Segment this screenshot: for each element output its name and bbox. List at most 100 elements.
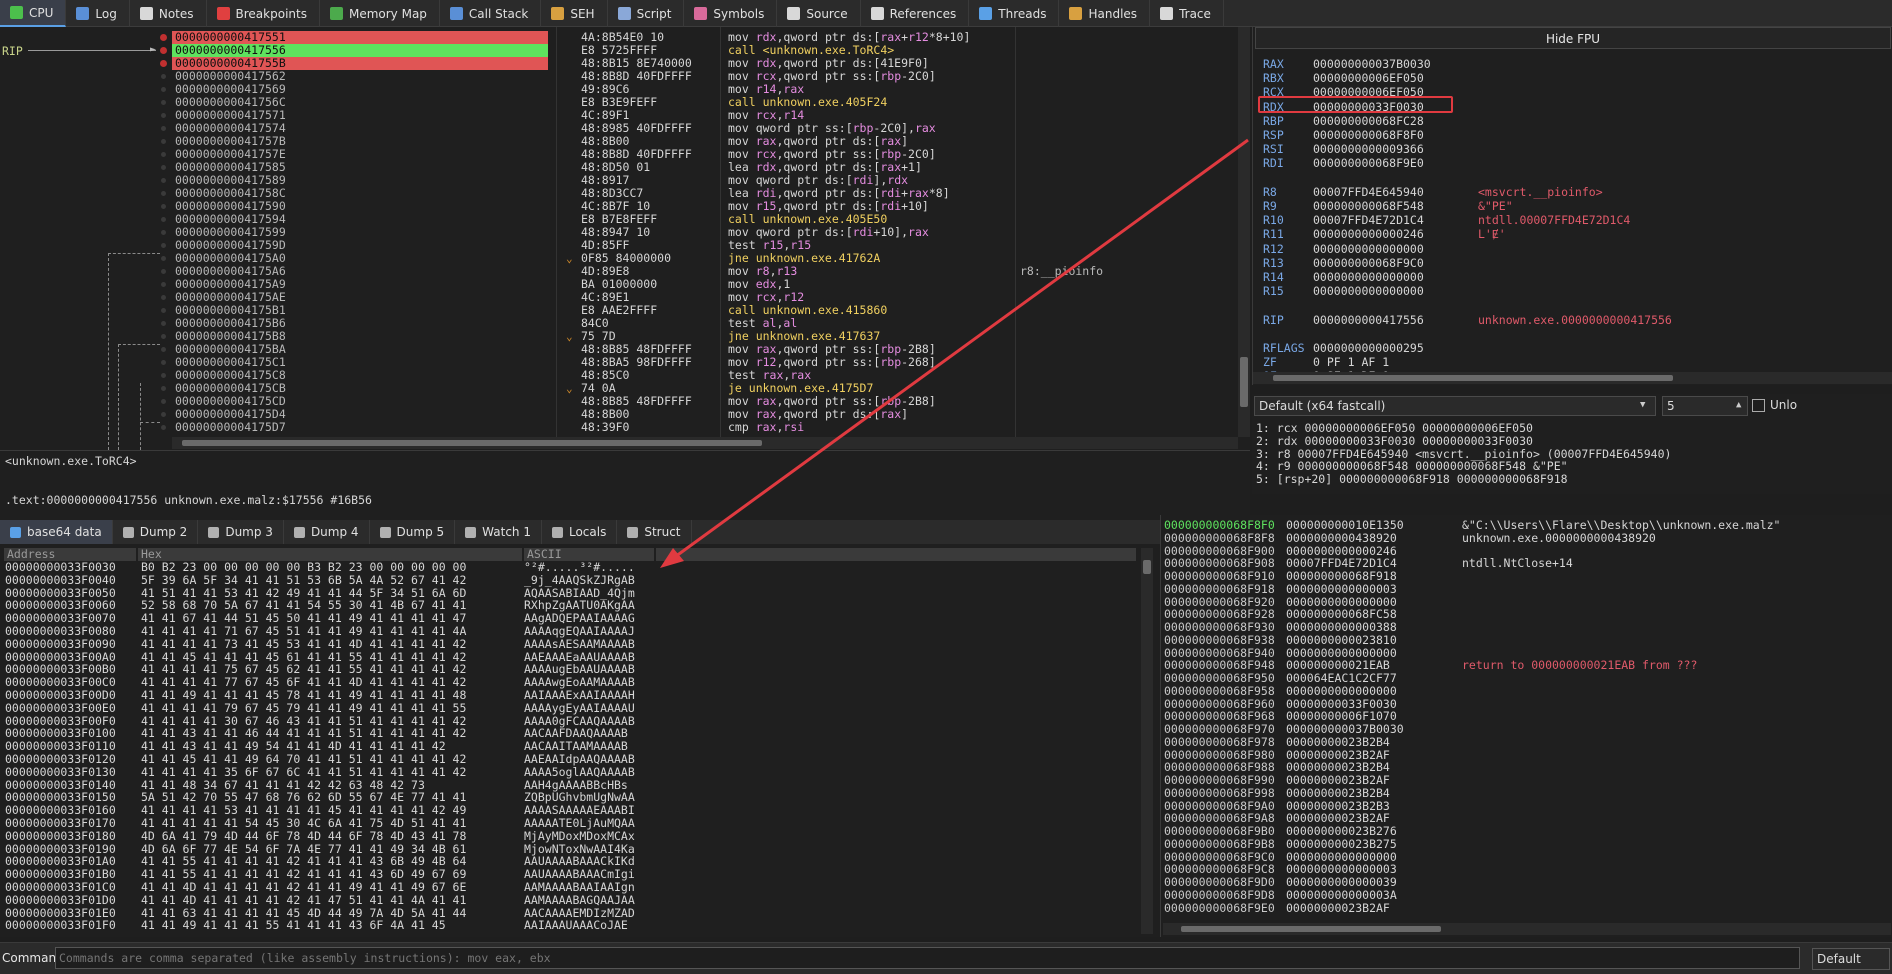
register-row[interactable]: R11 0000000000000246 L'Ɇ': [1263, 227, 1883, 241]
register-value[interactable]: 000000000068F8F0: [1313, 128, 1424, 142]
tab-breakpoints[interactable]: Breakpoints: [207, 0, 320, 27]
dump-tab-dump-2[interactable]: Dump 2: [113, 520, 199, 544]
tab-handles[interactable]: Handles: [1059, 0, 1151, 27]
breakpoint-slot-icon[interactable]: [161, 178, 166, 183]
dump-hex[interactable]: 5F 39 6A 5F 34 41 41 51 53 6B 5A 4A 52 6…: [141, 573, 524, 587]
dump-tab-struct[interactable]: Struct: [617, 520, 692, 544]
register-row[interactable]: R9 000000000068F548 &"PE": [1263, 199, 1883, 213]
stack-row[interactable]: 000000000068F938 0000000000023810: [1164, 633, 1462, 647]
dump-hex[interactable]: 41 41 4D 41 41 41 41 42 41 47 51 41 41 4…: [141, 893, 524, 907]
argument-row[interactable]: 5: [rsp+20] 000000000068F918 00000000006…: [1256, 473, 1568, 485]
disasm-row[interactable]: 00000000004175D7 48:39F0 cmp rax,rsi: [0, 421, 1238, 434]
disassembly-view[interactable]: 0000000000417551 4A:8B54E0 10 mov rdx,qwor…: [0, 27, 1250, 450]
breakpoint-dot-icon[interactable]: [160, 60, 167, 67]
hide-fpu-button[interactable]: Hide FPU: [1255, 27, 1891, 49]
register-row[interactable]: RFLAGS 0000000000000295: [1263, 341, 1883, 355]
register-row[interactable]: RSP 000000000068F8F0: [1263, 128, 1883, 142]
breakpoint-slot-icon[interactable]: [161, 165, 166, 170]
stack-value[interactable]: 000000000023B275: [1286, 837, 1462, 851]
breakpoint-slot-icon[interactable]: [161, 399, 166, 404]
stack-value[interactable]: 00000000023B2B4: [1286, 786, 1462, 800]
stack-view[interactable]: 000000000068F8F0 000000000010E1350 &"C:\\U…: [1160, 515, 1892, 937]
stack-row[interactable]: 000000000068F918 0000000000000003: [1164, 582, 1462, 596]
stack-row[interactable]: 000000000068F9B8 000000000023B275: [1164, 837, 1462, 851]
register-value[interactable]: 00000000006EF050: [1313, 71, 1424, 85]
dump-tab-dump-4[interactable]: Dump 4: [284, 520, 370, 544]
breakpoint-slot-icon[interactable]: [161, 321, 166, 326]
tab-notes[interactable]: Notes: [130, 0, 207, 27]
disasm-vertical-scrollbar[interactable]: [1238, 27, 1250, 437]
dump-hex[interactable]: 41 41 41 41 79 67 45 79 41 41 49 41 41 4…: [141, 701, 524, 715]
tab-script[interactable]: Script: [608, 0, 685, 27]
stack-horizontal-scrollbar[interactable]: [1163, 923, 1891, 935]
stack-value[interactable]: 0000000000000000: [1286, 684, 1462, 698]
stack-row[interactable]: 000000000068F948 000000000021EAB return to…: [1164, 659, 1697, 672]
tab-memory-map[interactable]: Memory Map: [320, 0, 440, 27]
breakpoint-dot-icon[interactable]: [160, 47, 167, 54]
register-row[interactable]: R8 00007FFD4E645940 <msvcrt.__pioinfo>: [1263, 185, 1883, 199]
register-row[interactable]: RDX 00000000033F0030: [1263, 100, 1883, 114]
breakpoint-slot-icon[interactable]: [161, 74, 166, 79]
dump-hex[interactable]: 41 41 49 41 41 41 55 41 41 41 43 6F 4A 4…: [141, 919, 524, 932]
breakpoint-slot-icon[interactable]: [161, 386, 166, 391]
register-row[interactable]: R15 0000000000000000: [1263, 284, 1883, 298]
breakpoint-slot-icon[interactable]: [161, 217, 166, 222]
register-row[interactable]: RBP 000000000068FC28: [1263, 114, 1883, 128]
tab-references[interactable]: References: [861, 0, 970, 27]
breakpoint-slot-icon[interactable]: [161, 230, 166, 235]
stack-value[interactable]: 0000000000438920: [1286, 531, 1462, 545]
register-row[interactable]: RAX 000000000037B0030: [1263, 57, 1883, 71]
dump-ascii[interactable]: AAIAAAUAAACoJAE: [524, 918, 628, 932]
register-value[interactable]: 00000000033F0030: [1313, 100, 1424, 114]
dump-tab-dump-3[interactable]: Dump 3: [198, 520, 284, 544]
breakpoint-slot-icon[interactable]: [161, 269, 166, 274]
scrollbar-thumb[interactable]: [1240, 357, 1248, 407]
register-value[interactable]: 0000000000000000: [1313, 284, 1424, 298]
register-value[interactable]: 000000000068F9E0: [1313, 156, 1424, 170]
argument-row[interactable]: 4: r9 000000000068F548 000000000068F548 …: [1256, 460, 1568, 472]
tab-cpu[interactable]: CPU: [0, 0, 67, 27]
breakpoint-slot-icon[interactable]: [161, 295, 166, 300]
stack-row[interactable]: 000000000068F8F8 0000000000438920 unknown.…: [1164, 531, 1656, 545]
breakpoint-slot-icon[interactable]: [161, 113, 166, 118]
breakpoint-slot-icon[interactable]: [161, 373, 166, 378]
register-value[interactable]: 000000000068FC28: [1313, 114, 1424, 128]
dump-hex[interactable]: 41 41 41 41 35 6F 67 6C 41 41 51 41 41 4…: [141, 765, 524, 779]
register-value[interactable]: 0000000000000295: [1313, 341, 1424, 355]
register-value[interactable]: 00000000006EF050: [1313, 85, 1424, 99]
stack-row[interactable]: 000000000068F9D8 000000000000003A: [1164, 888, 1462, 902]
breakpoint-slot-icon[interactable]: [161, 282, 166, 287]
register-row[interactable]: RCX 00000000006EF050: [1263, 85, 1883, 99]
stack-value[interactable]: 000000000000003A: [1286, 888, 1462, 902]
register-value[interactable]: 0000000000009366: [1313, 142, 1424, 156]
stack-row[interactable]: 000000000068F978 00000000023B2B4: [1164, 735, 1462, 749]
breakpoint-slot-icon[interactable]: [161, 243, 166, 248]
register-value[interactable]: 0000000000000000: [1313, 242, 1424, 256]
breakpoint-slot-icon[interactable]: [161, 191, 166, 196]
scrollbar-thumb[interactable]: [1181, 926, 1441, 932]
register-row[interactable]: RIP 0000000000417556 unknown.exe.000000000…: [1263, 313, 1883, 327]
memory-dump-view[interactable]: Address Hex ASCII 00000000033F0030 B0 B2 …: [0, 544, 1160, 937]
default-dropdown[interactable]: Default: [1812, 948, 1890, 970]
breakpoint-slot-icon[interactable]: [161, 412, 166, 417]
argument-row[interactable]: 3: r8 00007FFD4E645940 <msvcrt.__pioinfo…: [1256, 448, 1671, 460]
breakpoint-slot-icon[interactable]: [161, 139, 166, 144]
scrollbar-thumb[interactable]: [1273, 375, 1673, 381]
stack-value[interactable]: 00000000023B2B4: [1286, 735, 1462, 749]
breakpoint-slot-icon[interactable]: [161, 152, 166, 157]
dump-vertical-scrollbar[interactable]: [1141, 548, 1153, 934]
breakpoint-slot-icon[interactable]: [161, 360, 166, 365]
register-row[interactable]: ZF 0 PF 1 AF 1: [1263, 355, 1883, 369]
dump-hex[interactable]: 4D 6A 41 79 4D 44 6F 78 4D 44 6F 78 4D 4…: [141, 829, 524, 843]
registers-scrollbar[interactable]: [1253, 372, 1892, 384]
tab-threads[interactable]: Threads: [969, 0, 1060, 27]
register-value[interactable]: 0000000000000000: [1313, 270, 1424, 284]
register-value[interactable]: 0000000000417556: [1313, 313, 1424, 327]
scrollbar-thumb[interactable]: [182, 440, 762, 446]
register-row[interactable]: RBX 00000000006EF050: [1263, 71, 1883, 85]
register-row[interactable]: R10 00007FFD4E72D1C4 ntdll.00007FFD4E72D1C…: [1263, 213, 1883, 227]
tab-call-stack[interactable]: Call Stack: [440, 0, 542, 27]
dump-tab-watch-1[interactable]: Watch 1: [455, 520, 542, 544]
calling-convention-select[interactable]: Default (x64 fastcall): [1254, 396, 1656, 416]
tab-trace[interactable]: Trace: [1150, 0, 1224, 27]
